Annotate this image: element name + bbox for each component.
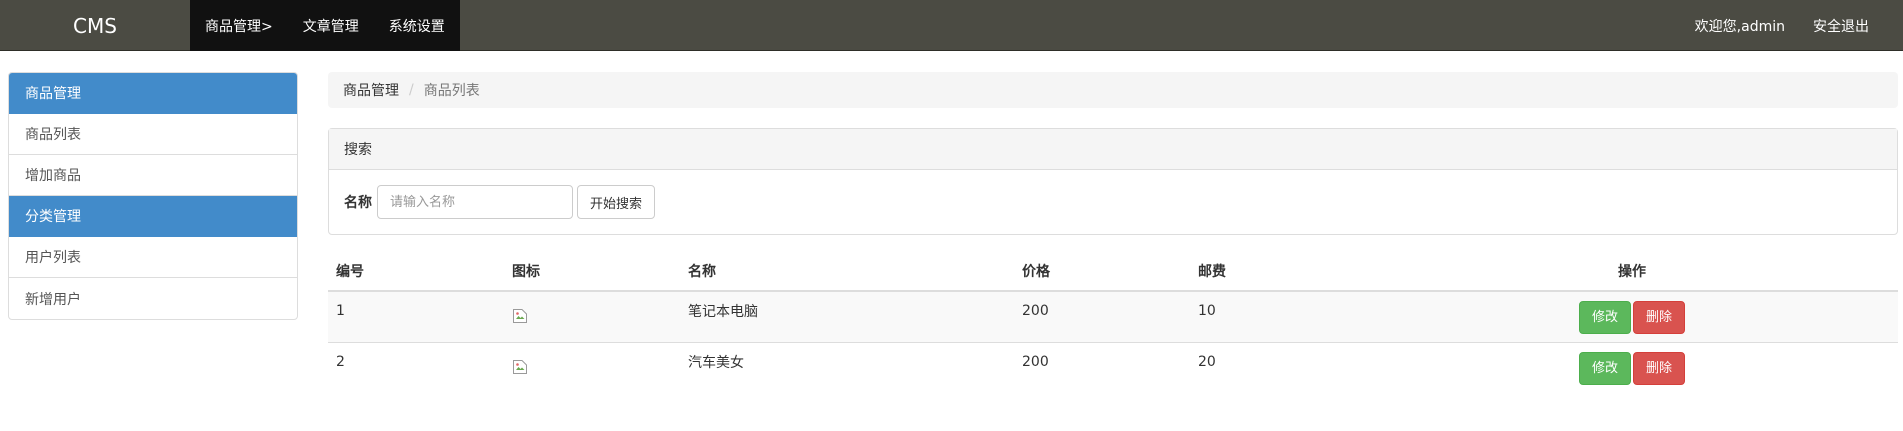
breadcrumb-item-product-list: 商品列表 [423, 83, 480, 99]
breadcrumb-item-product-management[interactable]: 商品管理 [343, 80, 399, 100]
table-row: 1 笔记本电脑 200 10 修改 删除 [328, 290, 1898, 343]
sidebar-item-add-user[interactable]: 新增用户 [9, 278, 297, 319]
start-search-button[interactable]: 开始搜索 [577, 185, 656, 219]
user-nav: 欢迎您,admin 安全退出 [1681, 0, 1883, 51]
edit-button[interactable]: 修改 [1578, 351, 1631, 385]
column-header-actions: 操作 [1366, 252, 1898, 292]
broken-image-icon [512, 308, 528, 324]
logout-link[interactable]: 安全退出 [1799, 0, 1883, 51]
column-header-price: 价格 [1014, 252, 1190, 292]
column-header-postage: 邮费 [1190, 252, 1366, 292]
cell-id: 1 [328, 290, 504, 343]
top-navbar: CMS 商品管理> 文章管理 系统设置 欢迎您,admin 安全退出 [0, 0, 1903, 51]
brand-logo[interactable]: CMS [0, 0, 190, 51]
column-header-icon: 图标 [504, 252, 680, 292]
cell-name: 汽车美女 [680, 342, 1014, 393]
search-name-label: 名称 [344, 195, 372, 211]
broken-image-icon [512, 359, 528, 375]
nav-item-articles[interactable]: 文章管理 [288, 0, 374, 51]
table-header-row: 编号 图标 名称 价格 邮费 操作 [328, 252, 1898, 292]
nav-item-settings[interactable]: 系统设置 [374, 0, 460, 51]
sidebar-item-product-list[interactable]: 商品列表 [9, 114, 297, 155]
table-row: 2 汽车美女 200 20 修改 删除 [328, 342, 1898, 393]
column-header-name: 名称 [680, 252, 1014, 292]
cell-icon [504, 290, 680, 343]
delete-button[interactable]: 删除 [1633, 351, 1686, 385]
breadcrumb-separator: / [409, 82, 414, 98]
sidebar-item-user-list[interactable]: 用户列表 [9, 237, 297, 278]
cell-name: 笔记本电脑 [680, 290, 1014, 343]
search-panel-title: 搜索 [329, 129, 1897, 170]
sidebar-item-add-product[interactable]: 增加商品 [9, 155, 297, 196]
top-nav-menu: 商品管理> 文章管理 系统设置 [190, 0, 460, 51]
search-form: 名称 开始搜索 [329, 170, 1897, 219]
cell-icon [504, 342, 680, 393]
sidebar-header-category-management[interactable]: 分类管理 [9, 196, 297, 237]
cell-id: 2 [328, 342, 504, 393]
cell-actions: 修改 删除 [1366, 290, 1898, 343]
edit-button[interactable]: 修改 [1578, 300, 1631, 334]
cell-price: 200 [1014, 290, 1190, 343]
sidebar-header-product-management[interactable]: 商品管理 [9, 73, 297, 114]
product-table: 编号 图标 名称 价格 邮费 操作 1 笔记本电脑 200 10 修改 删除 2… [328, 252, 1898, 393]
cell-actions: 修改 删除 [1366, 342, 1898, 393]
welcome-user-link[interactable]: 欢迎您,admin [1681, 0, 1799, 51]
cell-price: 200 [1014, 342, 1190, 393]
search-name-input[interactable] [377, 185, 573, 219]
delete-button[interactable]: 删除 [1633, 300, 1686, 334]
sidebar: 商品管理 商品列表 增加商品 分类管理 用户列表 新增用户 [8, 72, 298, 320]
nav-item-products[interactable]: 商品管理> [190, 0, 288, 51]
column-header-id: 编号 [328, 252, 504, 292]
cell-postage: 20 [1190, 342, 1366, 393]
breadcrumb: 商品管理 / 商品列表 [328, 72, 1898, 108]
search-panel: 搜索 名称 开始搜索 [328, 128, 1898, 235]
cell-postage: 10 [1190, 290, 1366, 343]
